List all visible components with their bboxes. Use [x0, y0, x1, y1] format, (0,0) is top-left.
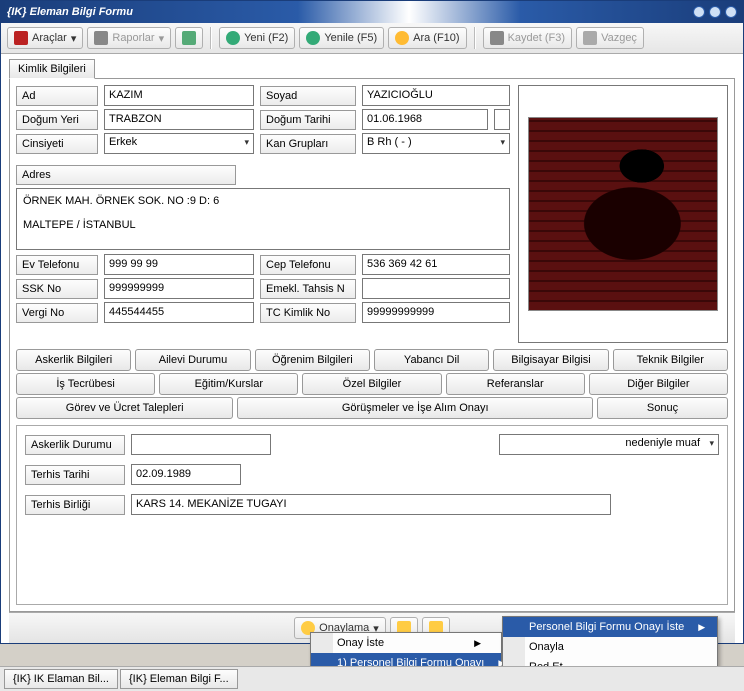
tools-menu[interactable]: Araçlar▾: [7, 27, 83, 49]
btn-referanslar[interactable]: Referanslar: [446, 373, 585, 395]
chevron-down-icon: ▾: [71, 32, 77, 45]
label-dogum-tarihi: Doğum Tarihi: [260, 110, 356, 130]
ssk-field[interactable]: 999999999: [104, 278, 254, 299]
terhis-birligi-field[interactable]: KARS 14. MEKANİZE TUGAYI: [131, 494, 611, 515]
soyad-field[interactable]: YAZICIOĞLU: [362, 85, 510, 106]
label-terhis-birligi: Terhis Birliği: [25, 495, 125, 515]
report-icon: [94, 31, 108, 45]
label-vergi: Vergi No: [16, 303, 98, 323]
save-button[interactable]: Kaydet (F3): [483, 27, 572, 49]
label-dogum-yeri: Doğum Yeri: [16, 110, 98, 130]
save-icon: [490, 31, 504, 45]
submenu-arrow-icon: ▶: [474, 638, 481, 649]
detail-buttons-row2: İş Tecrübesi Eğitim/Kurslar Özel Bilgile…: [16, 373, 728, 395]
titlebar: {IK} Eleman Bilgi Formu: [1, 1, 743, 23]
new-button[interactable]: Yeni (F2): [219, 27, 295, 49]
ad-field[interactable]: KAZIM: [104, 85, 254, 106]
window-title: {IK} Eleman Bilgi Formu: [7, 6, 133, 18]
btn-ailevi[interactable]: Ailevi Durumu: [135, 349, 250, 371]
close-button[interactable]: [725, 6, 737, 18]
undo-icon: [583, 31, 597, 45]
label-ev-tel: Ev Telefonu: [16, 255, 98, 275]
doc-tab-1[interactable]: {IK} IK Elaman Bil...: [4, 669, 118, 689]
submenu-arrow-icon: ▶: [698, 622, 705, 633]
detail-buttons-row1: Askerlik Bilgileri Ailevi Durumu Öğrenim…: [16, 349, 728, 371]
doc-tab-2[interactable]: {IK} Eleman Bilgi F...: [120, 669, 238, 689]
ev-tel-field[interactable]: 999 99 99: [104, 254, 254, 275]
menu-onay-iste-header[interactable]: Personel Bilgi Formu Onayı İste▶: [503, 617, 717, 637]
label-adres: Adres: [16, 165, 236, 185]
tc-field[interactable]: 99999999999: [362, 302, 510, 323]
btn-sonuc[interactable]: Sonuç: [597, 397, 728, 419]
label-tc: TC Kimlik No: [260, 303, 356, 323]
cinsiyeti-select[interactable]: Erkek: [104, 133, 254, 154]
label-ssk: SSK No: [16, 279, 98, 299]
document-tabs: {IK} IK Elaman Bil... {IK} Eleman Bilgi …: [0, 666, 744, 691]
emekli-field[interactable]: [362, 278, 510, 299]
dogum-tarihi-field[interactable]: 01.06.1968: [362, 109, 488, 130]
print-icon: [182, 31, 196, 45]
label-cinsiyeti: Cinsiyeti: [16, 134, 98, 154]
refresh-icon: [306, 31, 320, 45]
print-button[interactable]: [175, 27, 203, 49]
askerlik-durumu-field[interactable]: [131, 434, 271, 455]
menu-onayla[interactable]: Onayla: [503, 637, 717, 657]
label-kan-grup: Kan Grupları: [260, 134, 356, 154]
main-toolbar: Araçlar▾ Raporlar▾ Yeni (F2) Yenile (F5)…: [1, 23, 743, 54]
window-controls: [693, 6, 737, 18]
label-ad: Ad: [16, 86, 98, 106]
btn-egitim[interactable]: Eğitim/Kurslar: [159, 373, 298, 395]
tools-icon: [14, 31, 28, 45]
btn-is-tecrubesi[interactable]: İş Tecrübesi: [16, 373, 155, 395]
cep-tel-field[interactable]: 536 369 42 61: [362, 254, 510, 275]
maximize-button[interactable]: [709, 6, 721, 18]
btn-ozel[interactable]: Özel Bilgiler: [302, 373, 441, 395]
muaf-select[interactable]: nedeniyle muaf: [499, 434, 719, 455]
adres-field[interactable]: ÖRNEK MAH. ÖRNEK SOK. NO :9 D: 6 MALTEPE…: [16, 188, 510, 250]
menu-onay-iste[interactable]: Onay İste▶: [311, 633, 501, 653]
label-cep-tel: Cep Telefonu: [260, 255, 356, 275]
btn-gorev-ucret[interactable]: Görev ve Ücret Talepleri: [16, 397, 233, 419]
detail-buttons-row3: Görev ve Ücret Talepleri Görüşmeler ve İ…: [16, 397, 728, 419]
identity-panel: Ad KAZIM Soyad YAZICIOĞLU Doğum Yeri TRA…: [9, 78, 735, 612]
askerlik-subpanel: Askerlik Durumu nedeniyle muaf Terhis Ta…: [16, 425, 728, 605]
reports-menu[interactable]: Raporlar▾: [87, 27, 171, 49]
btn-gorusmeler[interactable]: Görüşmeler ve İşe Alım Onayı: [237, 397, 593, 419]
minimize-button[interactable]: [693, 6, 705, 18]
vergi-field[interactable]: 445544455: [104, 302, 254, 323]
label-terhis-tarihi: Terhis Tarihi: [25, 465, 125, 485]
btn-diger[interactable]: Diğer Bilgiler: [589, 373, 728, 395]
btn-bilgisayar[interactable]: Bilgisayar Bilgisi: [493, 349, 608, 371]
tab-identity[interactable]: Kimlik Bilgileri: [9, 59, 95, 79]
dogum-yeri-field[interactable]: TRABZON: [104, 109, 254, 130]
photo-frame: [518, 85, 728, 343]
btn-teknik[interactable]: Teknik Bilgiler: [613, 349, 728, 371]
btn-yabanci-dil[interactable]: Yabancı Dil: [374, 349, 489, 371]
chevron-down-icon: ▾: [159, 32, 165, 45]
label-askerlik-durumu: Askerlik Durumu: [25, 435, 125, 455]
search-icon: [395, 31, 409, 45]
btn-ogrenim[interactable]: Öğrenim Bilgileri: [255, 349, 370, 371]
kan-grup-select[interactable]: B Rh ( - ): [362, 133, 510, 154]
date-picker-button[interactable]: [494, 109, 510, 130]
terhis-tarihi-field[interactable]: 02.09.1989: [131, 464, 241, 485]
label-soyad: Soyad: [260, 86, 356, 106]
plus-icon: [226, 31, 240, 45]
refresh-button[interactable]: Yenile (F5): [299, 27, 384, 49]
label-emekli: Emekl. Tahsis N: [260, 279, 356, 299]
employee-photo: [528, 117, 718, 311]
search-button[interactable]: Ara (F10): [388, 27, 466, 49]
btn-askerlik[interactable]: Askerlik Bilgileri: [16, 349, 131, 371]
cancel-button[interactable]: Vazgeç: [576, 27, 644, 49]
